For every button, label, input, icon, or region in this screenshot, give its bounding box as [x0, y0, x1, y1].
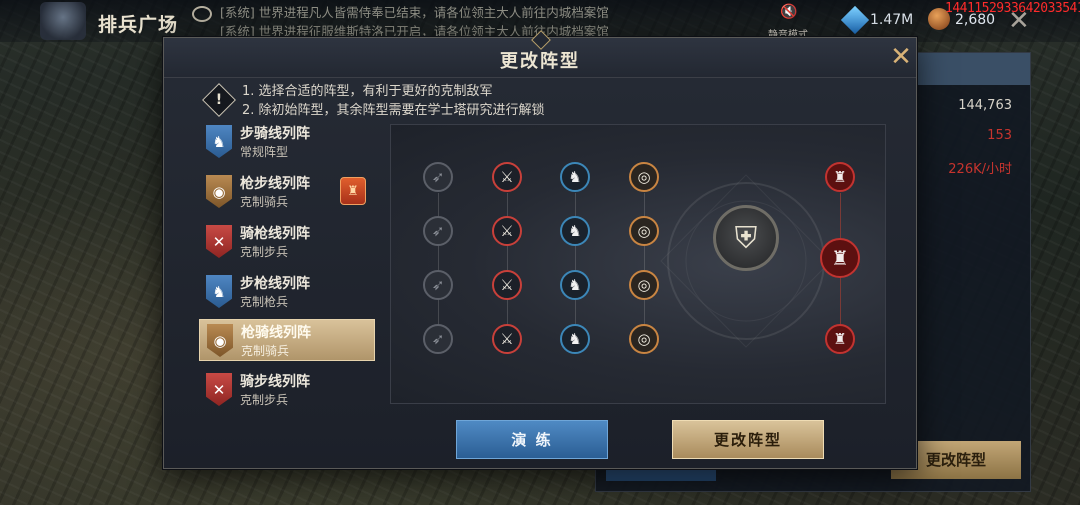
- formation-item[interactable]: ♞ 步骑线列阵 常规阵型: [199, 121, 375, 163]
- horse-icon: ♞: [206, 125, 232, 158]
- spear-icon: ◉: [206, 175, 232, 208]
- swords-icon: ✕: [206, 373, 232, 406]
- bow-icon[interactable]: ➶: [423, 216, 453, 246]
- formation-name: 枪骑线列阵: [241, 325, 311, 341]
- mute-icon[interactable]: 🔇: [780, 4, 797, 20]
- horse-icon[interactable]: ♞: [560, 162, 590, 192]
- debug-id: 1441152933642033541: [945, 1, 1080, 16]
- swords-icon[interactable]: ⚔: [492, 216, 522, 246]
- change-formation-button[interactable]: 更改阵型: [672, 420, 824, 459]
- spear-icon[interactable]: ◎: [629, 270, 659, 300]
- formation-desc: 克制骑兵: [241, 344, 290, 358]
- change-formation-dialog: 更改阵型 ✕ ! 1. 选择合适的阵型，有利于更好的克制敌军 2. 除初始阵型，…: [163, 37, 917, 469]
- swords-icon[interactable]: ⚔: [492, 162, 522, 192]
- swords-icon[interactable]: ⚔: [492, 324, 522, 354]
- spear-icon: ◉: [207, 324, 233, 357]
- formation-desc: 克制步兵: [240, 245, 289, 259]
- horse-icon[interactable]: ♞: [560, 270, 590, 300]
- spear-icon[interactable]: ◎: [629, 162, 659, 192]
- swords-icon: ✕: [206, 225, 232, 258]
- bow-icon[interactable]: ➶: [423, 270, 453, 300]
- formation-name: 步枪线列阵: [240, 276, 310, 292]
- formation-item-selected[interactable]: ◉ 枪骑线列阵 克制骑兵: [199, 319, 375, 361]
- dialog-title: 更改阵型: [500, 51, 580, 72]
- stat-value: 153: [987, 128, 1012, 143]
- warning-icon: !: [202, 83, 236, 117]
- tip-text: 2. 除初始阵型，其余阵型需要在学士塔研究进行解锁: [242, 103, 545, 118]
- bow-icon[interactable]: ➶: [423, 162, 453, 192]
- tower-icon[interactable]: ♜: [825, 324, 855, 354]
- stat-value: 226K/小时: [948, 162, 1012, 177]
- dialog-header: 更改阵型 ✕: [164, 38, 916, 78]
- formation-grid: ➶ ⚔ ♞ ◎ ➶ ⚔ ♞ ◎ ➶ ⚔ ♞ ◎ ➶ ⚔ ♞ ◎ ⛨ ♜ ♜ ♜: [390, 124, 886, 404]
- formation-item[interactable]: ✕ 骑枪线列阵 克制步兵: [199, 221, 375, 263]
- swords-icon[interactable]: ⚔: [492, 270, 522, 300]
- tower-icon[interactable]: ♜: [825, 162, 855, 192]
- spear-icon[interactable]: ◎: [629, 324, 659, 354]
- emblem-icon: [40, 2, 86, 40]
- chat-icon[interactable]: [192, 6, 212, 22]
- formation-name: 枪步线列阵: [240, 176, 310, 192]
- spear-icon[interactable]: ◎: [629, 216, 659, 246]
- close-button[interactable]: ✕: [888, 43, 914, 71]
- horse-icon[interactable]: ♞: [560, 216, 590, 246]
- formation-desc: 常规阵型: [240, 145, 289, 159]
- stat-value: 144,763: [958, 98, 1012, 113]
- formation-name: 骑枪线列阵: [240, 226, 310, 242]
- tower-icon[interactable]: ♜: [820, 238, 860, 278]
- gem-icon: [840, 5, 870, 35]
- formation-desc: 克制步兵: [240, 393, 289, 407]
- formation-item[interactable]: ♞ 步枪线列阵 克制枪兵: [199, 271, 375, 313]
- formation-name: 骑步线列阵: [240, 374, 310, 390]
- formation-desc: 克制骑兵: [240, 195, 289, 209]
- formation-desc: 克制枪兵: [240, 295, 289, 309]
- formation-name: 步骑线列阵: [240, 126, 310, 142]
- tower-lock-icon[interactable]: ♜: [340, 177, 366, 205]
- scene-title: 排兵广场: [98, 14, 179, 36]
- gem-count: 1.47M: [870, 12, 914, 28]
- bow-icon[interactable]: ➶: [423, 324, 453, 354]
- tip-text: 1. 选择合适的阵型，有利于更好的克制敌军: [242, 84, 493, 99]
- horse-icon: ♞: [206, 275, 232, 308]
- formation-item[interactable]: ✕ 骑步线列阵 克制步兵: [199, 369, 375, 411]
- horse-icon[interactable]: ♞: [560, 324, 590, 354]
- drill-button[interactable]: 演 练: [456, 420, 608, 459]
- news-line[interactable]: [系统] 世界进程凡人皆需侍奉已结束，请各位领主大人前往内城档案馆: [220, 2, 609, 21]
- commander-helmet-icon[interactable]: ⛨: [713, 205, 779, 271]
